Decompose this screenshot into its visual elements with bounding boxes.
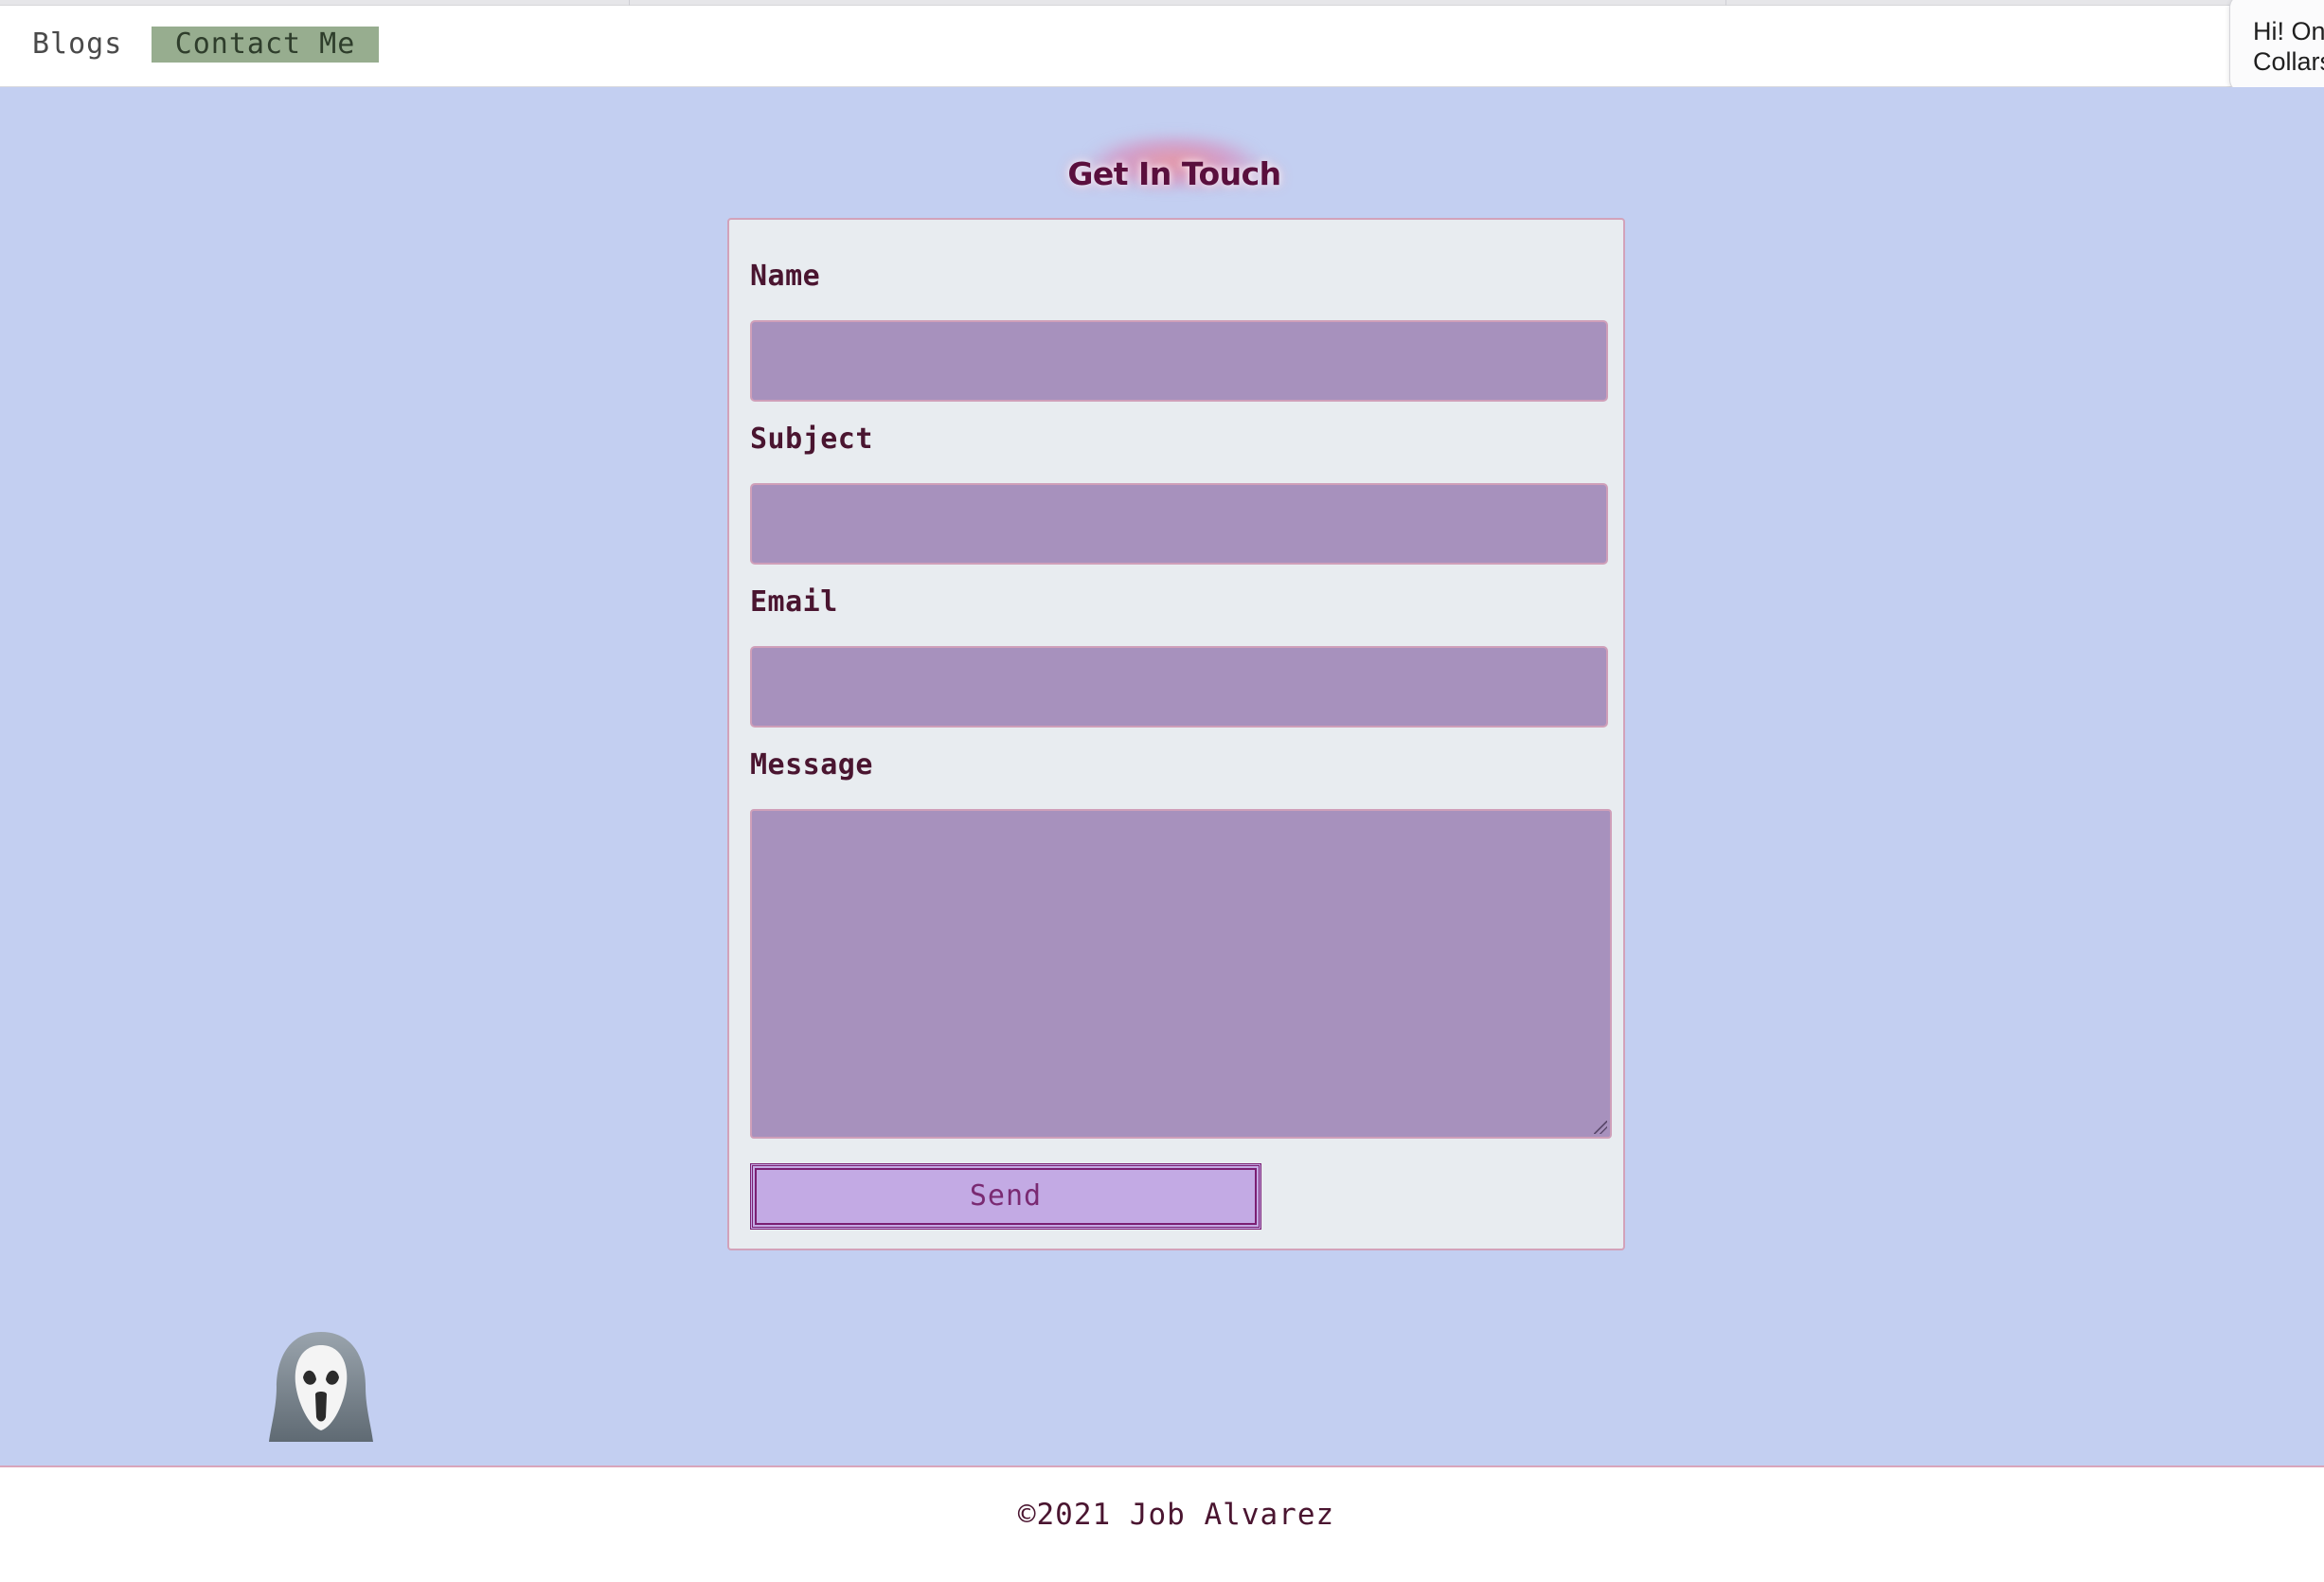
send-button[interactable]: Send <box>750 1163 1261 1230</box>
nav-link-blogs[interactable]: Blogs <box>32 27 122 63</box>
resize-handle-icon[interactable] <box>1594 1121 1607 1134</box>
nav-link-contact-me[interactable]: Contact Me <box>152 27 379 63</box>
notification-popup[interactable]: Hi! On Collars <box>2229 0 2324 93</box>
contact-form: Name Subject Email Message Send <box>727 218 1625 1250</box>
subject-label: Subject <box>750 422 873 456</box>
notification-line-2: Collars <box>2253 47 2324 76</box>
notification-line-1: Hi! On <box>2253 17 2324 45</box>
copyright-text: ©2021 Job Alvarez <box>1017 1498 1335 1532</box>
message-textarea[interactable] <box>750 809 1612 1139</box>
email-label: Email <box>750 585 838 619</box>
name-field[interactable] <box>750 320 1608 402</box>
ghost-scream-icon <box>267 1328 375 1446</box>
navbar: Blogs Contact Me <box>0 6 2324 87</box>
email-field[interactable] <box>750 646 1608 728</box>
name-label: Name <box>750 260 821 293</box>
title-block: Get In Touch <box>1042 116 1307 210</box>
message-label: Message <box>750 748 873 782</box>
main-content: Get In Touch Name Subject Email Message … <box>0 87 2324 1465</box>
page-title: Get In Touch <box>1067 155 1281 192</box>
notification-header <box>2253 0 2324 12</box>
footer: ©2021 Job Alvarez <box>0 1465 2324 1582</box>
subject-field[interactable] <box>750 483 1608 565</box>
